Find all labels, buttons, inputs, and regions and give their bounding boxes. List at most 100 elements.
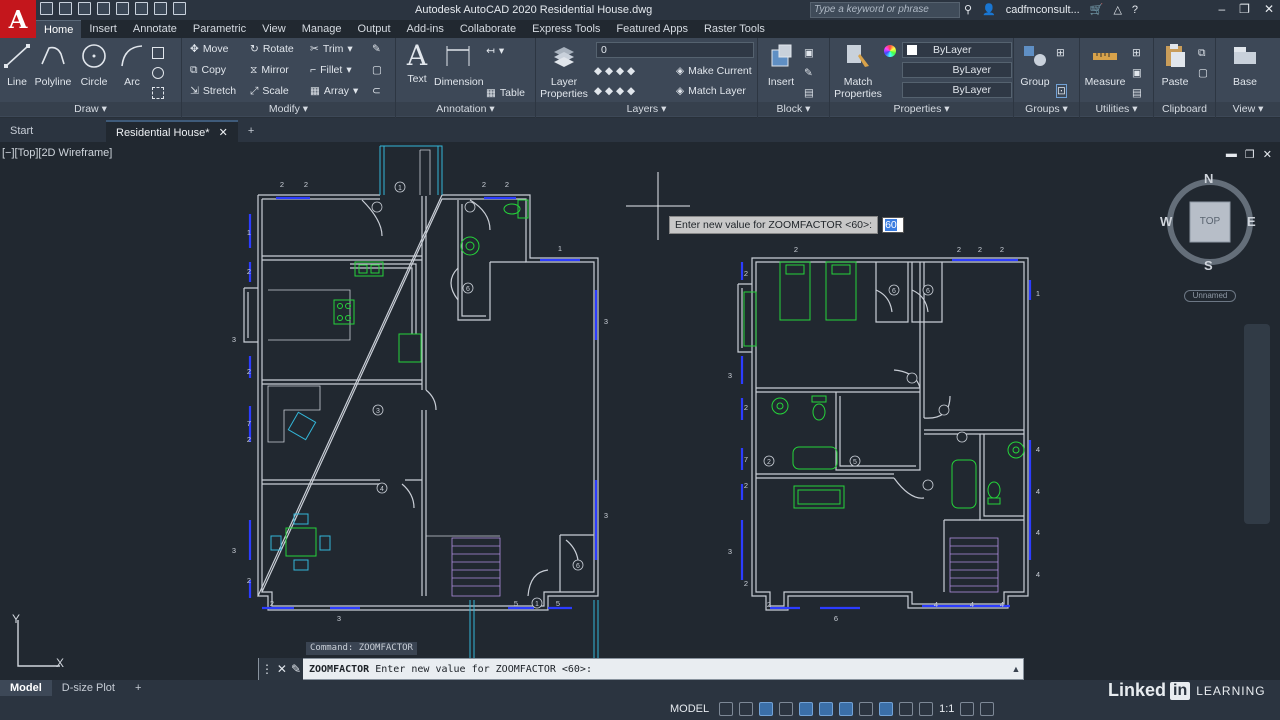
groups-panel-title[interactable]: Groups ▾ <box>1014 102 1079 116</box>
new-file-icon[interactable] <box>40 2 53 15</box>
undo-icon[interactable] <box>154 2 167 15</box>
close-icon[interactable]: ✕ <box>1264 2 1274 16</box>
layer-tools-row-2[interactable]: ◆ ◆ ◆ ◆ <box>594 82 635 100</box>
text-button[interactable]: A Text <box>396 40 438 86</box>
clipboard-panel-title[interactable]: Clipboard <box>1154 102 1215 116</box>
search-input[interactable]: Type a keyword or phrase <box>810 2 960 18</box>
mirror-button[interactable]: ⧖ Mirror <box>250 61 289 79</box>
binoculars-icon[interactable]: ⚲ <box>964 3 972 16</box>
utilities-panel-title[interactable]: Utilities ▾ <box>1080 102 1153 116</box>
copy-button[interactable]: ⧉ Copy <box>190 61 226 79</box>
color-dropdown[interactable]: ByLayer <box>902 42 1012 58</box>
array-button[interactable]: ▦ Array ▾ <box>310 82 358 100</box>
viewcube-face-top[interactable]: TOP <box>1190 216 1230 227</box>
user-icon[interactable]: 👤 <box>982 3 996 16</box>
command-line-grip-icon[interactable]: ⋮ <box>261 662 273 676</box>
explode-button[interactable]: ▢ <box>372 61 382 79</box>
open-file-icon[interactable] <box>59 2 72 15</box>
cart-icon[interactable]: 🛒 <box>1090 3 1104 16</box>
ellipse-button[interactable] <box>152 64 164 82</box>
linetype-dropdown[interactable]: ByLayer <box>902 62 1012 78</box>
group-select-button[interactable]: ⊡ <box>1056 82 1067 100</box>
ungroup-button[interactable]: ⊞ <box>1056 44 1065 62</box>
autocad-app-menu-button[interactable]: A <box>0 0 36 38</box>
paste-button[interactable]: Paste <box>1154 40 1196 88</box>
polyline-button[interactable]: Polyline <box>32 40 74 88</box>
navigation-bar[interactable] <box>1244 324 1270 524</box>
lineweight-icon[interactable] <box>859 702 874 716</box>
open-web-icon[interactable] <box>116 2 129 15</box>
dynamic-input-field[interactable]: 60 <box>882 217 905 233</box>
tab-start[interactable]: Start <box>0 120 106 142</box>
object-snap-tracking-icon[interactable] <box>839 702 854 716</box>
tab-parametric[interactable]: Parametric <box>185 20 254 38</box>
layers-panel-title[interactable]: Layers ▾ <box>536 102 757 116</box>
save-as-icon[interactable] <box>97 2 110 15</box>
layer-tools-row-1[interactable]: ◆ ◆ ◆ ◆ <box>594 62 635 80</box>
selection-cycling-icon[interactable] <box>899 702 914 716</box>
model-space-toggle[interactable]: MODEL <box>670 703 709 715</box>
tab-express-tools[interactable]: Express Tools <box>524 20 608 38</box>
ucs-unnamed-button[interactable]: Unnamed <box>1184 290 1236 302</box>
restore-icon[interactable]: ❐ <box>1239 2 1250 16</box>
tab-add-ins[interactable]: Add-ins <box>399 20 452 38</box>
make-current-button[interactable]: ◈ Make Current <box>676 62 752 80</box>
arc-button[interactable]: Arc <box>111 40 153 88</box>
match-layer-button[interactable]: ◈ Match Layer <box>676 82 746 100</box>
new-layout-button[interactable]: + <box>125 680 151 696</box>
compass-west[interactable]: W <box>1160 214 1172 229</box>
rectangle-button[interactable] <box>152 44 164 62</box>
tab-view[interactable]: View <box>254 20 294 38</box>
user-name[interactable]: cadfmconsult... <box>1006 4 1080 16</box>
viewcube[interactable]: N S E W TOP <box>1160 171 1260 294</box>
compass-east[interactable]: E <box>1247 214 1256 229</box>
properties-panel-title[interactable]: Properties ▾ <box>830 102 1013 116</box>
save-icon[interactable] <box>78 2 91 15</box>
floor-plan-drawing[interactable]: .w { stroke:#c9ced6; stroke-width:1.2; f… <box>0 142 1280 678</box>
minimize-icon[interactable]: – <box>1218 2 1225 16</box>
layer-dropdown[interactable]: 0 <box>596 42 754 58</box>
dimension-button[interactable]: Dimension <box>434 40 484 88</box>
tab-residential-house[interactable]: Residential House* ✕ <box>106 120 238 142</box>
object-snap-icon[interactable] <box>819 702 834 716</box>
tab-raster-tools[interactable]: Raster Tools <box>696 20 773 38</box>
erase-button[interactable]: ✎ <box>372 40 381 58</box>
ortho-icon[interactable] <box>759 702 774 716</box>
polar-icon[interactable] <box>779 702 794 716</box>
drawing-viewport[interactable]: [−][Top][2D Wireframe] ▬ ❐ ✕ .w { stroke… <box>0 142 1280 678</box>
insert-block-button[interactable]: Insert <box>760 40 802 88</box>
fillet-button[interactable]: ⌐ Fillet ▾ <box>310 61 352 79</box>
view-panel-title[interactable]: View ▾ <box>1216 102 1280 116</box>
close-command-line-icon[interactable]: ✕ <box>277 662 287 676</box>
leader-button[interactable]: ↤ ▾ <box>486 42 504 60</box>
workspace-gear-icon[interactable] <box>960 702 975 716</box>
isodraft-icon[interactable] <box>799 702 814 716</box>
annotation-scale[interactable]: 1:1 <box>939 703 954 715</box>
lineweight-dropdown[interactable]: ByLayer <box>902 82 1012 98</box>
copy-clip-button[interactable]: ⧉ <box>1198 44 1206 62</box>
tab-d-size-plot[interactable]: D-size Plot <box>52 680 125 696</box>
move-button[interactable]: ✥ Move <box>190 40 229 58</box>
block-panel-title[interactable]: Block ▾ <box>758 102 829 116</box>
tab-model[interactable]: Model <box>0 680 52 696</box>
snap-icon[interactable] <box>739 702 754 716</box>
modify-panel-title[interactable]: Modify ▾ <box>182 102 395 116</box>
compass-south[interactable]: S <box>1204 258 1213 273</box>
base-view-button[interactable]: Base <box>1224 40 1266 88</box>
match-properties-button[interactable]: Match Properties <box>834 40 882 100</box>
draw-panel-title[interactable]: Draw ▾ <box>0 102 181 116</box>
measure-button[interactable]: Measure <box>1082 40 1128 88</box>
transparency-icon[interactable] <box>879 702 894 716</box>
new-tab-button[interactable]: + <box>238 120 264 142</box>
help-icon[interactable]: ? <box>1132 4 1138 16</box>
customization-icon[interactable] <box>980 702 995 716</box>
tab-annotate[interactable]: Annotate <box>125 20 185 38</box>
compass-north[interactable]: N <box>1204 171 1213 186</box>
tab-collaborate[interactable]: Collaborate <box>452 20 524 38</box>
annotation-visibility-icon[interactable] <box>919 702 934 716</box>
tab-insert[interactable]: Insert <box>81 20 125 38</box>
group-button[interactable]: Group <box>1014 40 1056 88</box>
stretch-button[interactable]: ⇲ Stretch <box>190 82 236 100</box>
hatch-button[interactable] <box>152 84 164 102</box>
tab-manage[interactable]: Manage <box>294 20 350 38</box>
